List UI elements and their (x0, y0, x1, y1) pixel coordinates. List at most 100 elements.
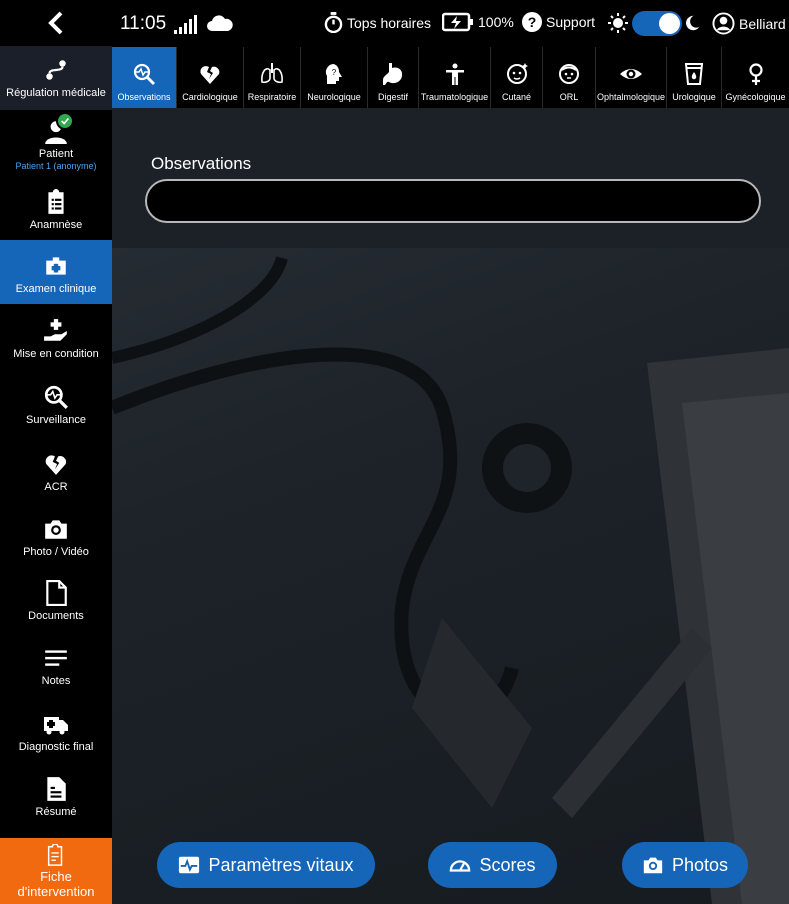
tab-label: Cutané (501, 92, 532, 102)
photos-button[interactable]: Photos (622, 842, 748, 888)
sidebar-item-mise-en-condition[interactable]: Mise en condition (0, 304, 112, 370)
observations-panel (112, 108, 789, 248)
sidebar-item-examen-clinique[interactable]: Examen clinique (0, 240, 112, 304)
summary-icon (47, 776, 66, 801)
tab-label: Cardiologique (182, 92, 238, 102)
theme-toggle[interactable] (632, 11, 682, 36)
toggle-knob (659, 13, 680, 34)
back-button[interactable] (0, 0, 112, 46)
sidebar-item-label: Anamnèse (29, 218, 83, 231)
battery-charging-icon (442, 12, 473, 32)
ambulance-icon (44, 716, 68, 734)
sidebar-item-anamnese[interactable]: Anamnèse (0, 176, 112, 240)
female-icon (748, 63, 763, 85)
eye-icon (620, 69, 642, 79)
tab-label: Neurologique (307, 92, 361, 102)
button-label: Paramètres vitaux (208, 854, 354, 875)
sidebar-item-patient[interactable]: Patient Patient 1 (anonyme) (0, 110, 112, 176)
tab-label: Urologique (672, 92, 716, 102)
sidebar-item-label: Régulation médicale (6, 86, 106, 99)
tab-orl[interactable]: ORL (543, 47, 596, 108)
stomach-icon (383, 63, 403, 85)
observation-icon (133, 63, 156, 86)
tab-ophtalmologique[interactable]: Ophtalmologique (596, 47, 667, 108)
sidebar: Régulation médicale Patient Patient 1 (a… (0, 0, 112, 904)
sidebar-item-regulation[interactable]: Régulation médicale (0, 46, 112, 110)
user-icon (712, 12, 735, 35)
check-badge-icon (56, 112, 74, 130)
tab-urologique[interactable]: Urologique (667, 47, 722, 108)
sidebar-item-diagnostic-final[interactable]: Diagnostic final (0, 696, 112, 764)
moon-icon (686, 15, 700, 31)
help-icon: ? (522, 12, 542, 32)
tab-label: ORL (559, 92, 579, 102)
tab-label: Traumatologique (420, 92, 489, 102)
tab-label: Ophtalmologique (596, 92, 666, 102)
tab-cutane[interactable]: Cutané (491, 47, 543, 108)
lungs-icon (261, 63, 283, 84)
sidebar-item-label: Patient (38, 147, 74, 160)
scores-button[interactable]: Scores (428, 842, 557, 888)
sidebar-item-acr[interactable]: ACR (0, 436, 112, 504)
svg-text:?: ? (332, 68, 337, 77)
broken-heart-icon (45, 454, 67, 475)
signal-icon (174, 15, 197, 34)
sidebar-item-label: ACR (44, 480, 68, 493)
camera-icon (643, 857, 663, 874)
observations-label: Observations (151, 154, 252, 173)
support-label: Support (546, 14, 596, 30)
user-menu[interactable]: Belliard (712, 12, 786, 35)
parametres-vitaux-button[interactable]: Paramètres vitaux (157, 842, 375, 888)
status-bar: 11:05 Tops horaires 100% ? Support Belli… (112, 0, 789, 47)
sidebar-item-label: Documents (28, 609, 84, 622)
sidebar-item-label: Notes (41, 674, 71, 687)
tab-digestif[interactable]: Digestif (368, 47, 419, 108)
hand-care-icon (44, 318, 67, 341)
person-icon (445, 63, 464, 85)
tab-traumatologique[interactable]: Traumatologique (419, 47, 491, 108)
button-label: Scores (479, 854, 536, 875)
clipboard-pen-icon (47, 843, 63, 866)
tab-respiratoire[interactable]: Respiratoire (244, 47, 301, 108)
support-button[interactable]: ? Support (522, 12, 595, 32)
sidebar-item-label: Résumé (35, 805, 77, 818)
svg-text:?: ? (528, 14, 537, 30)
tab-neurologique[interactable]: ? Neurologique (301, 47, 368, 108)
fiche-label-1: Fiche (40, 868, 72, 884)
notes-icon (45, 649, 67, 666)
sidebar-item-label: Examen clinique (15, 282, 97, 295)
tab-observations[interactable]: Observations (112, 47, 177, 108)
face-ear-icon (559, 64, 579, 84)
sidebar-item-label: Mise en condition (13, 347, 99, 360)
sidebar-item-photo-video[interactable]: Photo / Vidéo (0, 504, 112, 566)
user-name: Belliard (739, 15, 786, 32)
sidebar-item-documents[interactable]: Documents (0, 566, 112, 632)
face-icon (506, 63, 528, 84)
sidebar-item-fiche-intervention[interactable]: Fiche d'intervention (0, 838, 112, 904)
chevron-left-icon (48, 11, 63, 35)
tab-cardiologique[interactable]: Cardiologique (177, 47, 244, 108)
medical-kit-icon (46, 256, 66, 275)
patient-subtitle: Patient 1 (anonyme) (15, 160, 97, 171)
battery-status: 100% (442, 12, 514, 32)
tops-horaires-label: Tops horaires (347, 14, 432, 31)
sidebar-item-surveillance[interactable]: Surveillance (0, 370, 112, 436)
sidebar-item-label: Photo / Vidéo (23, 545, 89, 558)
tab-label: Gynécologique (725, 92, 786, 102)
observations-textarea[interactable] (145, 179, 761, 223)
clipboard-icon (48, 188, 64, 214)
sidebar-item-notes[interactable]: Notes (0, 632, 112, 696)
document-icon (46, 579, 67, 606)
tab-gynecologique[interactable]: Gynécologique (722, 47, 789, 108)
tab-label: Observations (117, 92, 171, 102)
sidebar-item-resume[interactable]: Résumé (0, 764, 112, 826)
button-label: Photos (671, 854, 729, 875)
monitor-search-icon (44, 385, 68, 409)
clock: 11:05 (120, 12, 167, 34)
tab-label: Digestif (377, 92, 408, 102)
broken-heart-icon (200, 66, 220, 84)
tab-label: Respiratoire (247, 92, 297, 102)
tops-horaires-button[interactable]: Tops horaires (324, 12, 431, 33)
cup-icon (684, 63, 704, 85)
camera-icon (45, 519, 67, 539)
